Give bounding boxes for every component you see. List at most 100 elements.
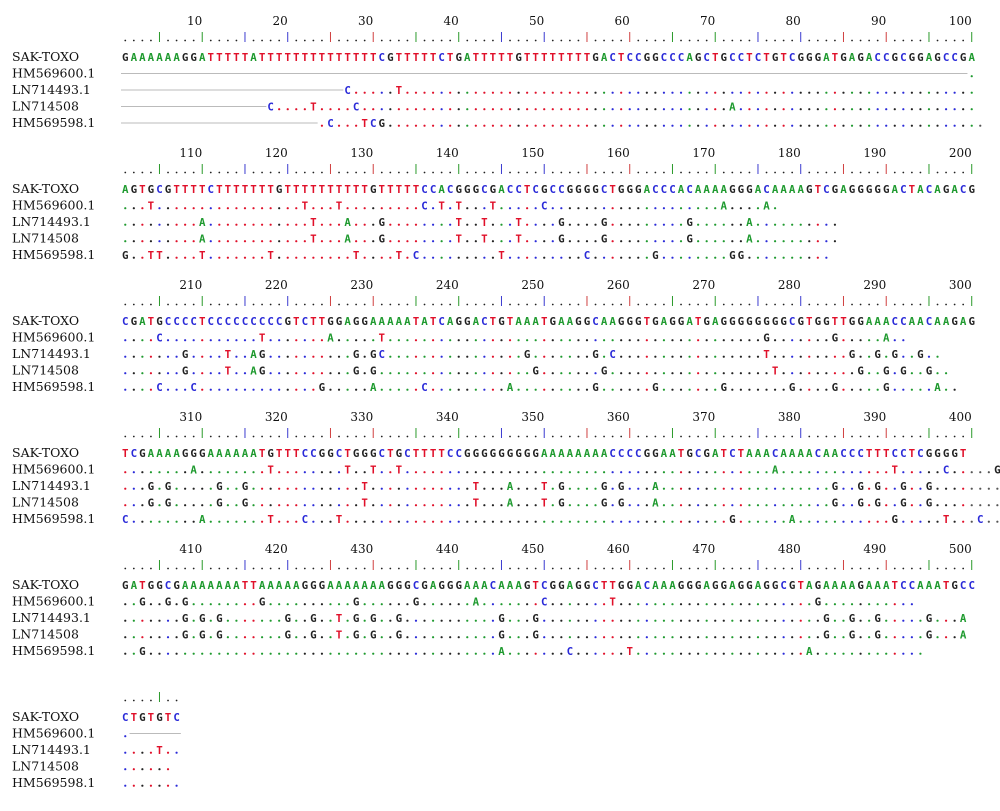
identity-dot <box>859 339 862 342</box>
ruler-dot <box>423 39 426 42</box>
ruler-dot <box>611 567 614 570</box>
identity-dot <box>235 636 238 639</box>
nucleotide: G <box>148 480 155 493</box>
identity-dot <box>474 652 477 655</box>
identity-dot <box>739 388 742 391</box>
nucleotide: C <box>507 183 514 196</box>
nucleotide: G <box>874 497 881 510</box>
identity-dot <box>808 504 811 507</box>
identity-dot <box>620 388 623 391</box>
ruler-position-number: 270 <box>692 278 715 292</box>
identity-dot <box>226 339 229 342</box>
ruler <box>124 32 973 42</box>
nucleotide: T <box>413 183 420 196</box>
nucleotide: T <box>139 183 146 196</box>
nucleotide: G <box>199 629 206 642</box>
nucleotide: G <box>379 117 386 130</box>
nucleotide: G <box>532 612 539 625</box>
identity-dot <box>243 339 247 342</box>
nucleotide: T <box>370 51 377 64</box>
nucleotide: A <box>806 645 813 658</box>
ruler-dot <box>492 303 494 306</box>
identity-dot <box>286 207 289 210</box>
nucleotide: G <box>883 183 890 196</box>
nucleotide: G <box>199 612 206 625</box>
identity-dot <box>389 619 392 622</box>
identity-dot <box>799 124 802 127</box>
ruler-dot <box>945 303 947 306</box>
identity-dot <box>876 471 879 474</box>
nucleotide: G <box>849 315 856 328</box>
identity-dot <box>440 652 443 655</box>
ruler-dot <box>509 303 511 306</box>
identity-dot <box>739 636 742 639</box>
nucleotide: T <box>225 365 232 378</box>
identity-dot <box>628 619 631 622</box>
identity-dot <box>440 91 443 94</box>
nucleotide: G <box>404 579 411 592</box>
identity-dot <box>577 207 580 210</box>
nucleotide: A <box>866 315 873 328</box>
identity-dot <box>124 735 127 738</box>
nucleotide: G <box>874 629 881 642</box>
nucleotide: G <box>968 183 975 196</box>
identity-dot <box>987 504 990 507</box>
identity-dot <box>466 339 469 342</box>
identity-dot <box>534 603 537 606</box>
identity-dot <box>500 223 503 226</box>
nucleotide: A <box>755 579 762 592</box>
identity-dot <box>859 636 862 639</box>
identity-dot <box>132 636 135 639</box>
identity-dot <box>141 636 144 639</box>
identity-dot <box>414 355 418 358</box>
identity-dot <box>508 91 512 94</box>
identity-dot <box>491 636 495 639</box>
nucleotide: A <box>464 579 471 592</box>
identity-dot <box>449 603 452 606</box>
nucleotide: A <box>361 579 368 592</box>
identity-dot <box>714 339 717 342</box>
identity-dot <box>611 487 614 490</box>
identity-dot <box>611 124 614 127</box>
identity-dot <box>295 207 298 210</box>
nucleotide: C <box>618 447 625 460</box>
identity-dot <box>585 619 589 622</box>
nucleotide: T <box>438 447 445 460</box>
identity-dot <box>577 619 580 622</box>
identity-dot <box>671 207 674 210</box>
ruler-dot <box>252 171 255 174</box>
identity-dot <box>902 388 905 391</box>
identity-dot <box>483 339 486 342</box>
ruler-position-number: 50 <box>529 14 544 28</box>
nucleotide: T <box>396 249 403 262</box>
nucleotide: G <box>131 315 138 328</box>
identity-dot <box>192 339 195 342</box>
identity-dot <box>235 520 238 523</box>
ruler-position-number: 460 <box>607 542 630 556</box>
identity-dot <box>927 471 931 474</box>
identity-dot <box>765 504 768 507</box>
sequence-name-label: SAK-TOXO <box>12 313 79 328</box>
ruler-dot <box>945 435 947 438</box>
identity-dot <box>577 652 580 655</box>
nucleotide: A <box>233 579 240 592</box>
identity-dot <box>278 504 281 507</box>
identity-dot <box>560 91 563 94</box>
identity-dot <box>654 471 657 474</box>
ruler-dot <box>620 303 623 306</box>
identity-dot <box>166 223 170 226</box>
nucleotide: T <box>507 51 514 64</box>
identity-dot <box>996 504 999 507</box>
identity-dot <box>141 784 144 787</box>
identity-dot <box>534 487 537 490</box>
nucleotide: A <box>909 315 916 328</box>
identity-dot <box>756 124 760 127</box>
nucleotide: T <box>524 183 531 196</box>
nucleotide: G <box>165 480 172 493</box>
identity-dot <box>226 636 229 639</box>
identity-dot <box>440 471 443 474</box>
identity-dot <box>534 223 537 226</box>
identity-dot <box>235 207 238 210</box>
nucleotide: T <box>746 51 753 64</box>
identity-dot <box>859 603 862 606</box>
